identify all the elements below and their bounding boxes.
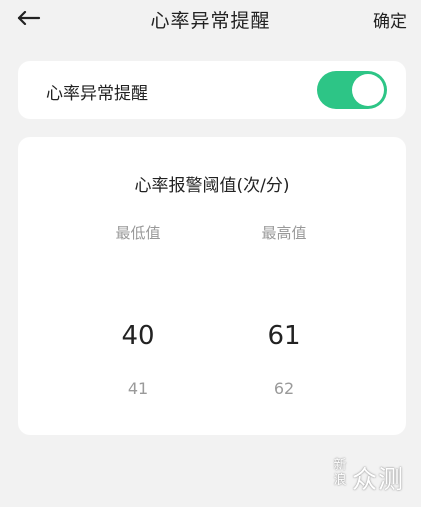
alert-toggle-card: 心率异常提醒 [18, 61, 406, 119]
watermark-stamp-bottom: 浪 [333, 473, 347, 488]
max-next-value[interactable]: 62 [219, 379, 349, 398]
threshold-picker-card: 心率报警阈值(次/分) 最低值 最高值 40 61 41 62 [18, 137, 406, 435]
min-value-header: 最低值 [115, 224, 161, 242]
min-selected-value[interactable]: 40 [73, 321, 203, 351]
alert-toggle-switch[interactable] [317, 71, 387, 109]
max-value-header: 最高值 [261, 224, 307, 242]
watermark-stamp: 新 浪 [328, 458, 352, 488]
threshold-title: 心率报警阈值(次/分) [134, 176, 290, 196]
sina-watermark: 新 浪 众测 [328, 458, 414, 498]
top-bar: 心率异常提醒 确定 [0, 0, 421, 40]
max-selected-value[interactable]: 61 [219, 321, 349, 351]
page-title: 心率异常提醒 [150, 10, 271, 32]
confirm-button[interactable]: 确定 [373, 7, 407, 32]
watermark-text: 众测 [352, 465, 405, 494]
switch-knob [352, 74, 384, 106]
alert-toggle-label: 心率异常提醒 [46, 84, 148, 104]
min-next-value[interactable]: 41 [73, 379, 203, 398]
watermark-stamp-top: 新 [333, 458, 347, 473]
